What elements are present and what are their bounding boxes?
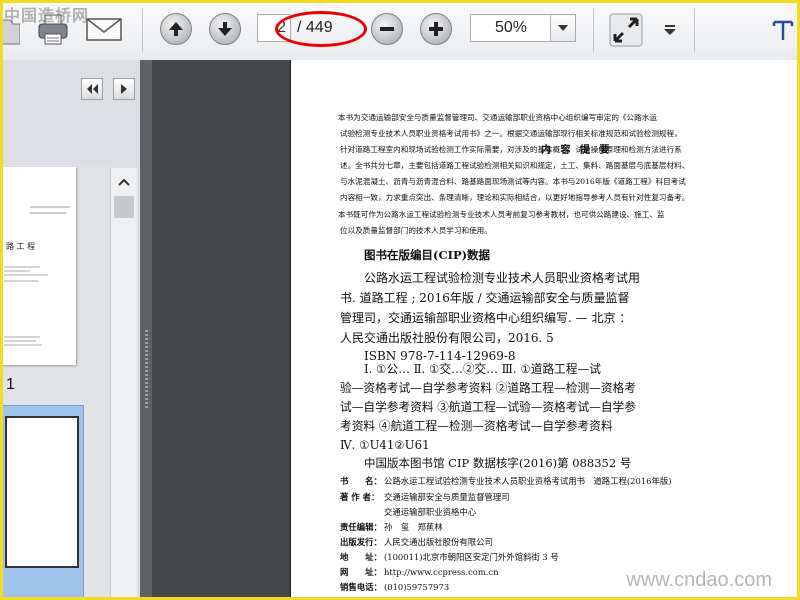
chevron-down-icon xyxy=(664,25,676,35)
meta-row: 地 址： (100011)北京市朝阳区安定门外外馆斜街 3 号 xyxy=(340,552,559,562)
thumbnail-scrollbar[interactable] xyxy=(110,168,137,600)
classification-line: 试—自学参考资料 ③航道工程—试验—资格考试—自学参 xyxy=(340,400,636,414)
toolbar-options-button[interactable] xyxy=(660,22,680,38)
meta-row: 出版发行： 人民交通出版社股份有限公司 xyxy=(340,537,493,547)
email-icon[interactable] xyxy=(84,14,124,44)
next-page-button[interactable] xyxy=(209,13,241,45)
summary-line: 与水泥混凝土、沥青与沥青混合料、路基路面现场测试等内容。本书与2016年版《道路… xyxy=(340,177,686,186)
summary-line: 本书为交通运输部安全与质量监督管理司、交通运输部职业资格中心组织编写审定的《公路… xyxy=(338,113,657,122)
text-select-icon[interactable] xyxy=(768,14,798,44)
plus-icon xyxy=(429,22,443,36)
summary-line: 针对道路工程室内和现场试验检测工作实际需要，对涉及的基本概念、试验操作原理和检测… xyxy=(340,145,682,154)
summary-line: 内容相一致，力求重点突出、条理清晰，理论和实际相结合，以更好地指导参考人员有针对… xyxy=(340,193,690,202)
cip-line: 公路水运工程试验检测专业技术人员职业资格考试用 xyxy=(364,271,641,285)
separator xyxy=(694,8,695,52)
cip-line: 书. 道路工程 ; 2016年版 / 交通运输部安全与质量监督 xyxy=(340,291,630,305)
previous-page-button[interactable] xyxy=(160,13,192,45)
summary-line: 试验检测专业技术人员职业资格考试用书》之一。根据交通运输部现行相关标准规范和试验… xyxy=(340,129,682,138)
zoom-out-button[interactable] xyxy=(371,13,403,45)
separator xyxy=(593,8,594,52)
classification-line: 验—资格考试—自学参考资料 ②道路工程—检测—资格考 xyxy=(340,381,636,395)
classification-line: Ⅰ. ①公… Ⅱ. ①交…②交… Ⅲ. ①道路工程—试 xyxy=(364,362,601,376)
splitter-grip[interactable] xyxy=(145,330,148,410)
classification-line: Ⅳ. ①U41②U61 xyxy=(340,438,430,452)
classification-line: 考资料 ④航道工程—检测—资格考试—自学参考资料 xyxy=(340,419,613,433)
minus-icon xyxy=(380,27,394,31)
meta-row: 书 名： 公路水运工程试验检测专业技术人员职业资格考试用书 道路工程(2016年版… xyxy=(340,476,672,486)
scroll-thumb[interactable] xyxy=(114,196,134,218)
meta-row: 网 址： http://www.ccpress.com.cn xyxy=(340,567,499,577)
summary-line: 述。全书共分七章，主要包括道路工程试验检测相关知识和规定，土工、集料、路面基层与… xyxy=(340,161,690,170)
red-highlight-ellipse xyxy=(275,11,367,47)
cip-heading: 图书在版编目(CIP)数据 xyxy=(364,248,491,262)
watermark-top: 中国造桥网 xyxy=(4,6,90,25)
zoom-select[interactable]: 50% xyxy=(470,14,576,42)
thumbnail-page-number: 1 xyxy=(6,376,15,393)
meta-row: 责任编辑：孙 玺 郑蕉林 xyxy=(340,522,443,532)
chevron-down-icon xyxy=(558,25,568,31)
panel-collapse-button[interactable] xyxy=(81,78,103,100)
thumbnail-page xyxy=(5,416,79,568)
fullscreen-button[interactable] xyxy=(609,13,643,47)
zoom-value: 50% xyxy=(494,19,528,36)
chevron-up-icon xyxy=(118,178,130,186)
thumbnail-text-lines xyxy=(4,206,70,346)
toolbar: 2 / 449 50% xyxy=(0,0,800,61)
meta-row: 交通运输部职业资格中心 xyxy=(384,507,477,517)
page-thumbnail-2-selected[interactable] xyxy=(0,405,84,600)
meta-row: 销售电话： (010)59757973 xyxy=(340,582,450,592)
chevron-right-icon xyxy=(121,84,127,94)
zoom-dropdown-button[interactable] xyxy=(550,15,575,41)
thumbnail-title: 路 工 程 xyxy=(6,242,36,251)
arrow-up-icon xyxy=(169,22,183,36)
usage-line: 本书既可作为公路水运工程试验检测专业技术人员考前复习参考教材，也可供公路建设、施… xyxy=(338,210,665,219)
scroll-up-button[interactable] xyxy=(114,172,134,192)
zoom-in-button[interactable] xyxy=(420,13,452,45)
cip-line: 管理司，交通运输部职业资格中心组织编写. — 北京 ： xyxy=(340,311,632,325)
arrow-down-icon xyxy=(218,22,232,36)
usage-line: 位以及质量监督部门的技术人员学习和使用。 xyxy=(340,226,492,235)
meta-row: 著 作 者： 交通运输部安全与质量监督管理司 xyxy=(340,492,510,502)
fullscreen-icon xyxy=(609,13,643,47)
watermark-bottom: www.cndao.com xyxy=(626,569,772,591)
double-chevron-left-icon xyxy=(87,84,98,94)
cip-number: 中国版本图书馆 CIP 数据核字(2016)第 088352 号 xyxy=(364,456,632,470)
separator xyxy=(142,8,143,52)
panel-next-button[interactable] xyxy=(113,78,135,100)
page-thumbnail-1[interactable]: 路 工 程 xyxy=(0,167,76,365)
